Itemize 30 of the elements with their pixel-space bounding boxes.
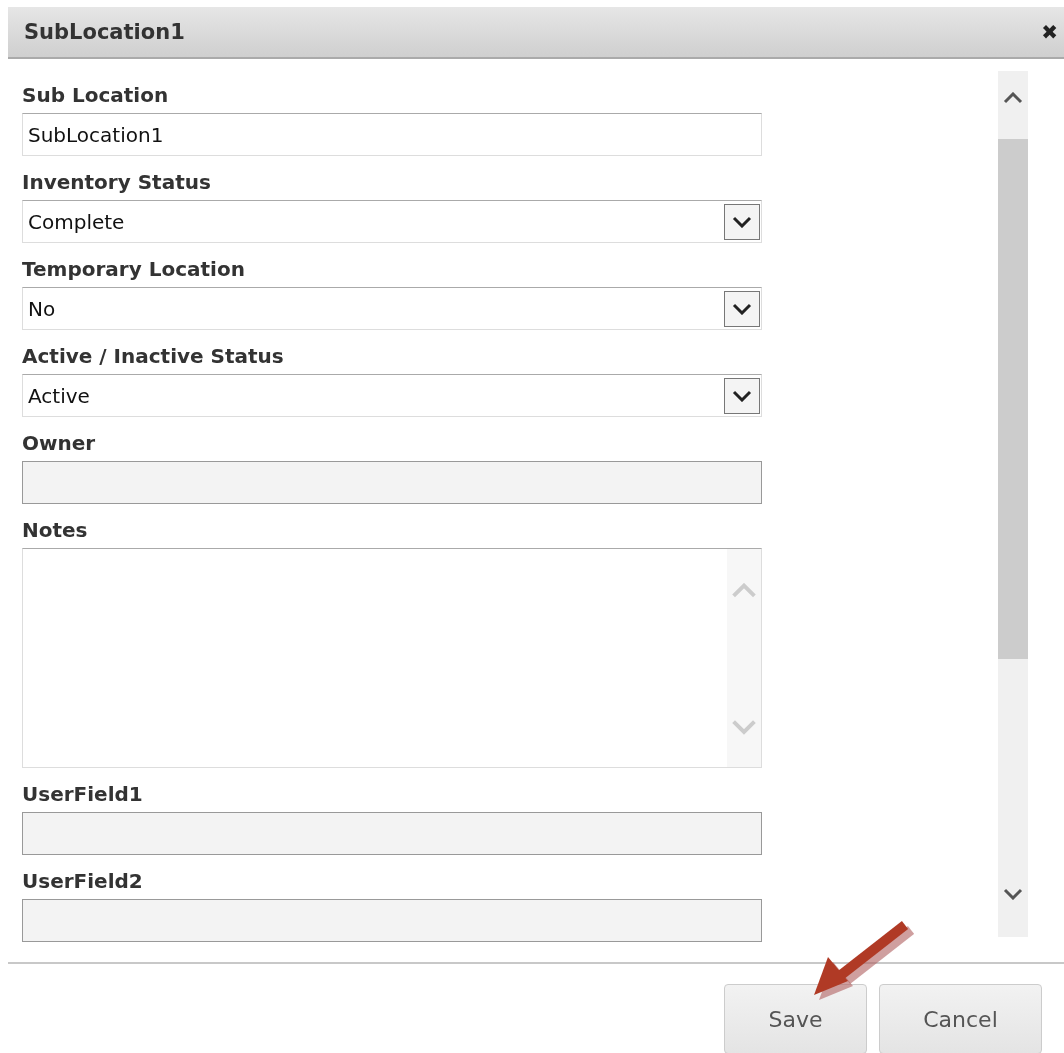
dropdown-value: Active [27, 383, 90, 408]
dropdown-toggle[interactable] [724, 377, 760, 414]
dropdown-toggle[interactable] [724, 290, 760, 327]
input-field[interactable]: SubLocation1 [22, 113, 762, 156]
field-label: UserField1 [22, 782, 143, 806]
field-label: Notes [22, 518, 88, 542]
field-label: Sub Location [22, 83, 169, 107]
chevron-down-icon[interactable] [732, 215, 752, 228]
close-button[interactable]: ✖ [1041, 20, 1058, 44]
scroll-down-icon[interactable] [1003, 888, 1023, 900]
field-label: Temporary Location [22, 257, 245, 281]
field-label: UserField2 [22, 869, 143, 893]
field-label: Inventory Status [22, 170, 211, 194]
dropdown-value: Complete [27, 209, 125, 234]
dropdown[interactable]: No [22, 287, 762, 330]
dropdown-toggle[interactable] [724, 203, 760, 240]
dialog-title: SubLocation1 [24, 20, 185, 44]
chevron-down-icon[interactable] [732, 302, 752, 315]
dropdown[interactable]: Complete [22, 200, 762, 243]
scrollbar[interactable] [998, 71, 1028, 937]
scroll-up-icon[interactable] [1003, 92, 1023, 104]
field-label: Owner [22, 431, 96, 455]
field-value: SubLocation1 [27, 122, 164, 147]
chevron-down-icon[interactable] [732, 389, 752, 402]
dialog-button[interactable]: Save [724, 984, 867, 1053]
scrollbar-thumb[interactable] [998, 139, 1028, 659]
dialog-button[interactable]: Cancel [879, 984, 1042, 1053]
dropdown-value: No [27, 296, 56, 321]
dropdown[interactable]: Active [22, 374, 762, 417]
field-label: Active / Inactive Status [22, 344, 284, 368]
